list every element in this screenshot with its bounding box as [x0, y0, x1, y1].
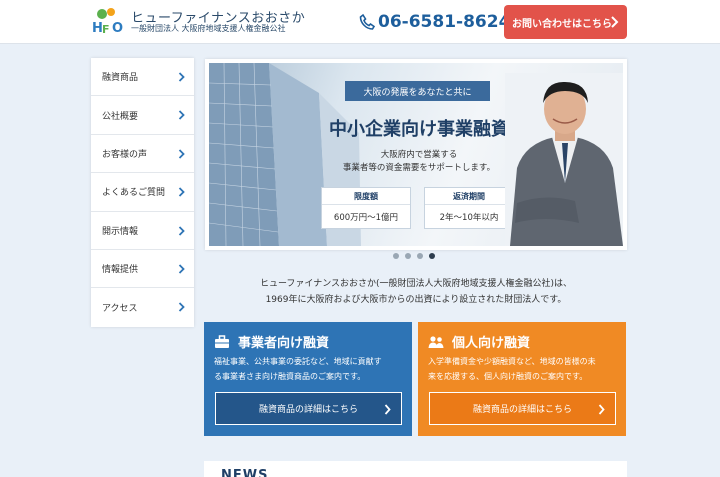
business-loan-details-button[interactable]: 融資商品の詳細はこちら [215, 392, 402, 425]
card-desc-line: 来を応援する、個人向け融資のご案内です。 [428, 372, 588, 381]
card-description: 福祉事業、公共事業の委託など、地域に貢献す る事業者さま向け融資商品のご案内です… [214, 354, 404, 384]
slider-dot[interactable] [393, 253, 399, 259]
sidebar-item-about[interactable]: 公社概要 [91, 96, 194, 135]
limit-value: 600万円〜1億円 [333, 213, 399, 223]
hero-desc-line: 事業者等の資金需要をサポートします。 [342, 163, 496, 173]
phone-text: 06-6581-8624 [378, 12, 511, 32]
chevron-right-icon [178, 225, 185, 236]
hero-desc-line: 大阪府内で営業する [380, 150, 458, 160]
hero-title: 中小企業向け事業融資 [329, 119, 509, 140]
sidebar-item-label: 融資商品 [102, 73, 139, 84]
sidebar-nav: 融資商品 公社概要 お客様の声 よくあるご質問 開示情報 情報提供 アクセス [91, 58, 194, 327]
hero-tagline: 大阪の発展をあなたと共に [345, 81, 490, 101]
briefcase-icon [215, 334, 229, 348]
button-label: 融資商品の詳細はこちら [258, 405, 358, 415]
slider-dot-active[interactable] [429, 253, 435, 259]
sidebar-item-disclosure[interactable]: 開示情報 [91, 212, 194, 250]
chevron-right-icon [178, 302, 185, 312]
period-label: 返済期間 [425, 188, 513, 205]
logo-icon[interactable]: H F O [91, 7, 127, 35]
sidebar-item-label: アクセス [102, 304, 138, 315]
contact-button-label: お問い合わせはこちら [512, 18, 612, 30]
chevron-right-icon [611, 16, 619, 28]
chevron-right-icon [178, 72, 185, 82]
intro-line: 1969年に大阪府および大阪市からの出資により設立された財団法人です。 [265, 295, 567, 305]
chevron-right-icon [384, 404, 391, 415]
sidebar-item-label: 情報提供 [102, 265, 139, 276]
intro-line: ヒューファイナンスおおさか(一般財団法人大阪府地域支援人権金融公社)は、 [259, 279, 573, 289]
card-title: 事業者向け融資 [238, 336, 330, 351]
phone-number[interactable]: 06-6581-8624 [358, 11, 510, 33]
button-label: 融資商品の詳細はこちら [472, 405, 572, 415]
sidebar-item-loans[interactable]: 融資商品 [91, 58, 194, 97]
businessman-photo [505, 73, 623, 246]
chevron-right-icon [178, 149, 185, 159]
card-heading: 個人向け融資 [428, 332, 530, 351]
site-header: H F O ヒューファイナンスおおさか 一般財団法人 大阪府地域支援人権金融公社… [0, 0, 720, 44]
chevron-right-icon [598, 404, 605, 415]
slider-pagination [393, 253, 435, 259]
sidebar-item-access[interactable]: アクセス [91, 288, 194, 326]
chevron-right-icon [178, 187, 185, 197]
hero-slider[interactable]: 大阪の発展をあなたと共に 中小企業向け事業融資 大阪府内で営業する 事業者等の資… [205, 59, 627, 250]
contact-button[interactable]: お問い合わせはこちら [504, 5, 627, 39]
period-box: 返済期間 2年〜10年以内 [424, 187, 514, 229]
sidebar-item-faq[interactable]: よくあるご質問 [91, 173, 194, 212]
sidebar-item-info[interactable]: 情報提供 [91, 250, 194, 289]
site-subtitle: 一般財団法人 大阪府地域支援人権金融公社 [131, 24, 286, 33]
intro-text: ヒューファイナンスおおさか(一般財団法人大阪府地域支援人権金融公社)は、 196… [205, 276, 627, 308]
svg-text:O: O [112, 21, 123, 35]
sidebar-item-label: 開示情報 [102, 226, 139, 237]
chevron-right-icon [178, 110, 185, 121]
personal-loan-details-button[interactable]: 融資商品の詳細はこちら [429, 392, 616, 425]
limit-label: 限度額 [322, 188, 410, 205]
hero-description: 大阪府内で営業する 事業者等の資金需要をサポートします。 [305, 149, 533, 175]
people-icon [428, 335, 444, 348]
limit-box: 限度額 600万円〜1億円 [321, 187, 411, 229]
sidebar-item-label: 公社概要 [102, 111, 139, 122]
card-desc-line: 福祉事業、公共事業の委託など、地域に貢献す [214, 357, 382, 366]
slider-dot[interactable] [405, 253, 411, 259]
phone-icon [359, 13, 376, 30]
sidebar-item-voices[interactable]: お客様の声 [91, 135, 194, 174]
card-desc-line: る事業者さま向け融資商品のご案内です。 [214, 372, 366, 381]
sidebar-item-label: お客様の声 [102, 149, 148, 160]
card-desc-line: 入学準備資金や少額融資など、地域の皆様の未 [428, 357, 596, 366]
sidebar-item-label: よくあるご質問 [102, 188, 166, 199]
slider-dot[interactable] [417, 253, 423, 259]
chevron-right-icon [178, 264, 185, 274]
card-title: 個人向け融資 [452, 336, 531, 351]
card-heading: 事業者向け融資 [214, 332, 329, 351]
svg-text:F: F [102, 23, 110, 35]
hero-slide: 大阪の発展をあなたと共に 中小企業向け事業融資 大阪府内で営業する 事業者等の資… [209, 63, 623, 246]
personal-loan-card: 個人向け融資 入学準備資金や少額融資など、地域の皆様の未 来を応援する、個人向け… [418, 322, 626, 436]
news-section: NEWS [204, 461, 627, 477]
business-loan-card: 事業者向け融資 福祉事業、公共事業の委託など、地域に貢献す る事業者さま向け融資… [204, 322, 412, 436]
card-description: 入学準備資金や少額融資など、地域の皆様の未 来を応援する、個人向け融資のご案内で… [428, 354, 618, 384]
period-value: 2年〜10年以内 [439, 213, 499, 223]
news-title: NEWS [221, 468, 269, 477]
